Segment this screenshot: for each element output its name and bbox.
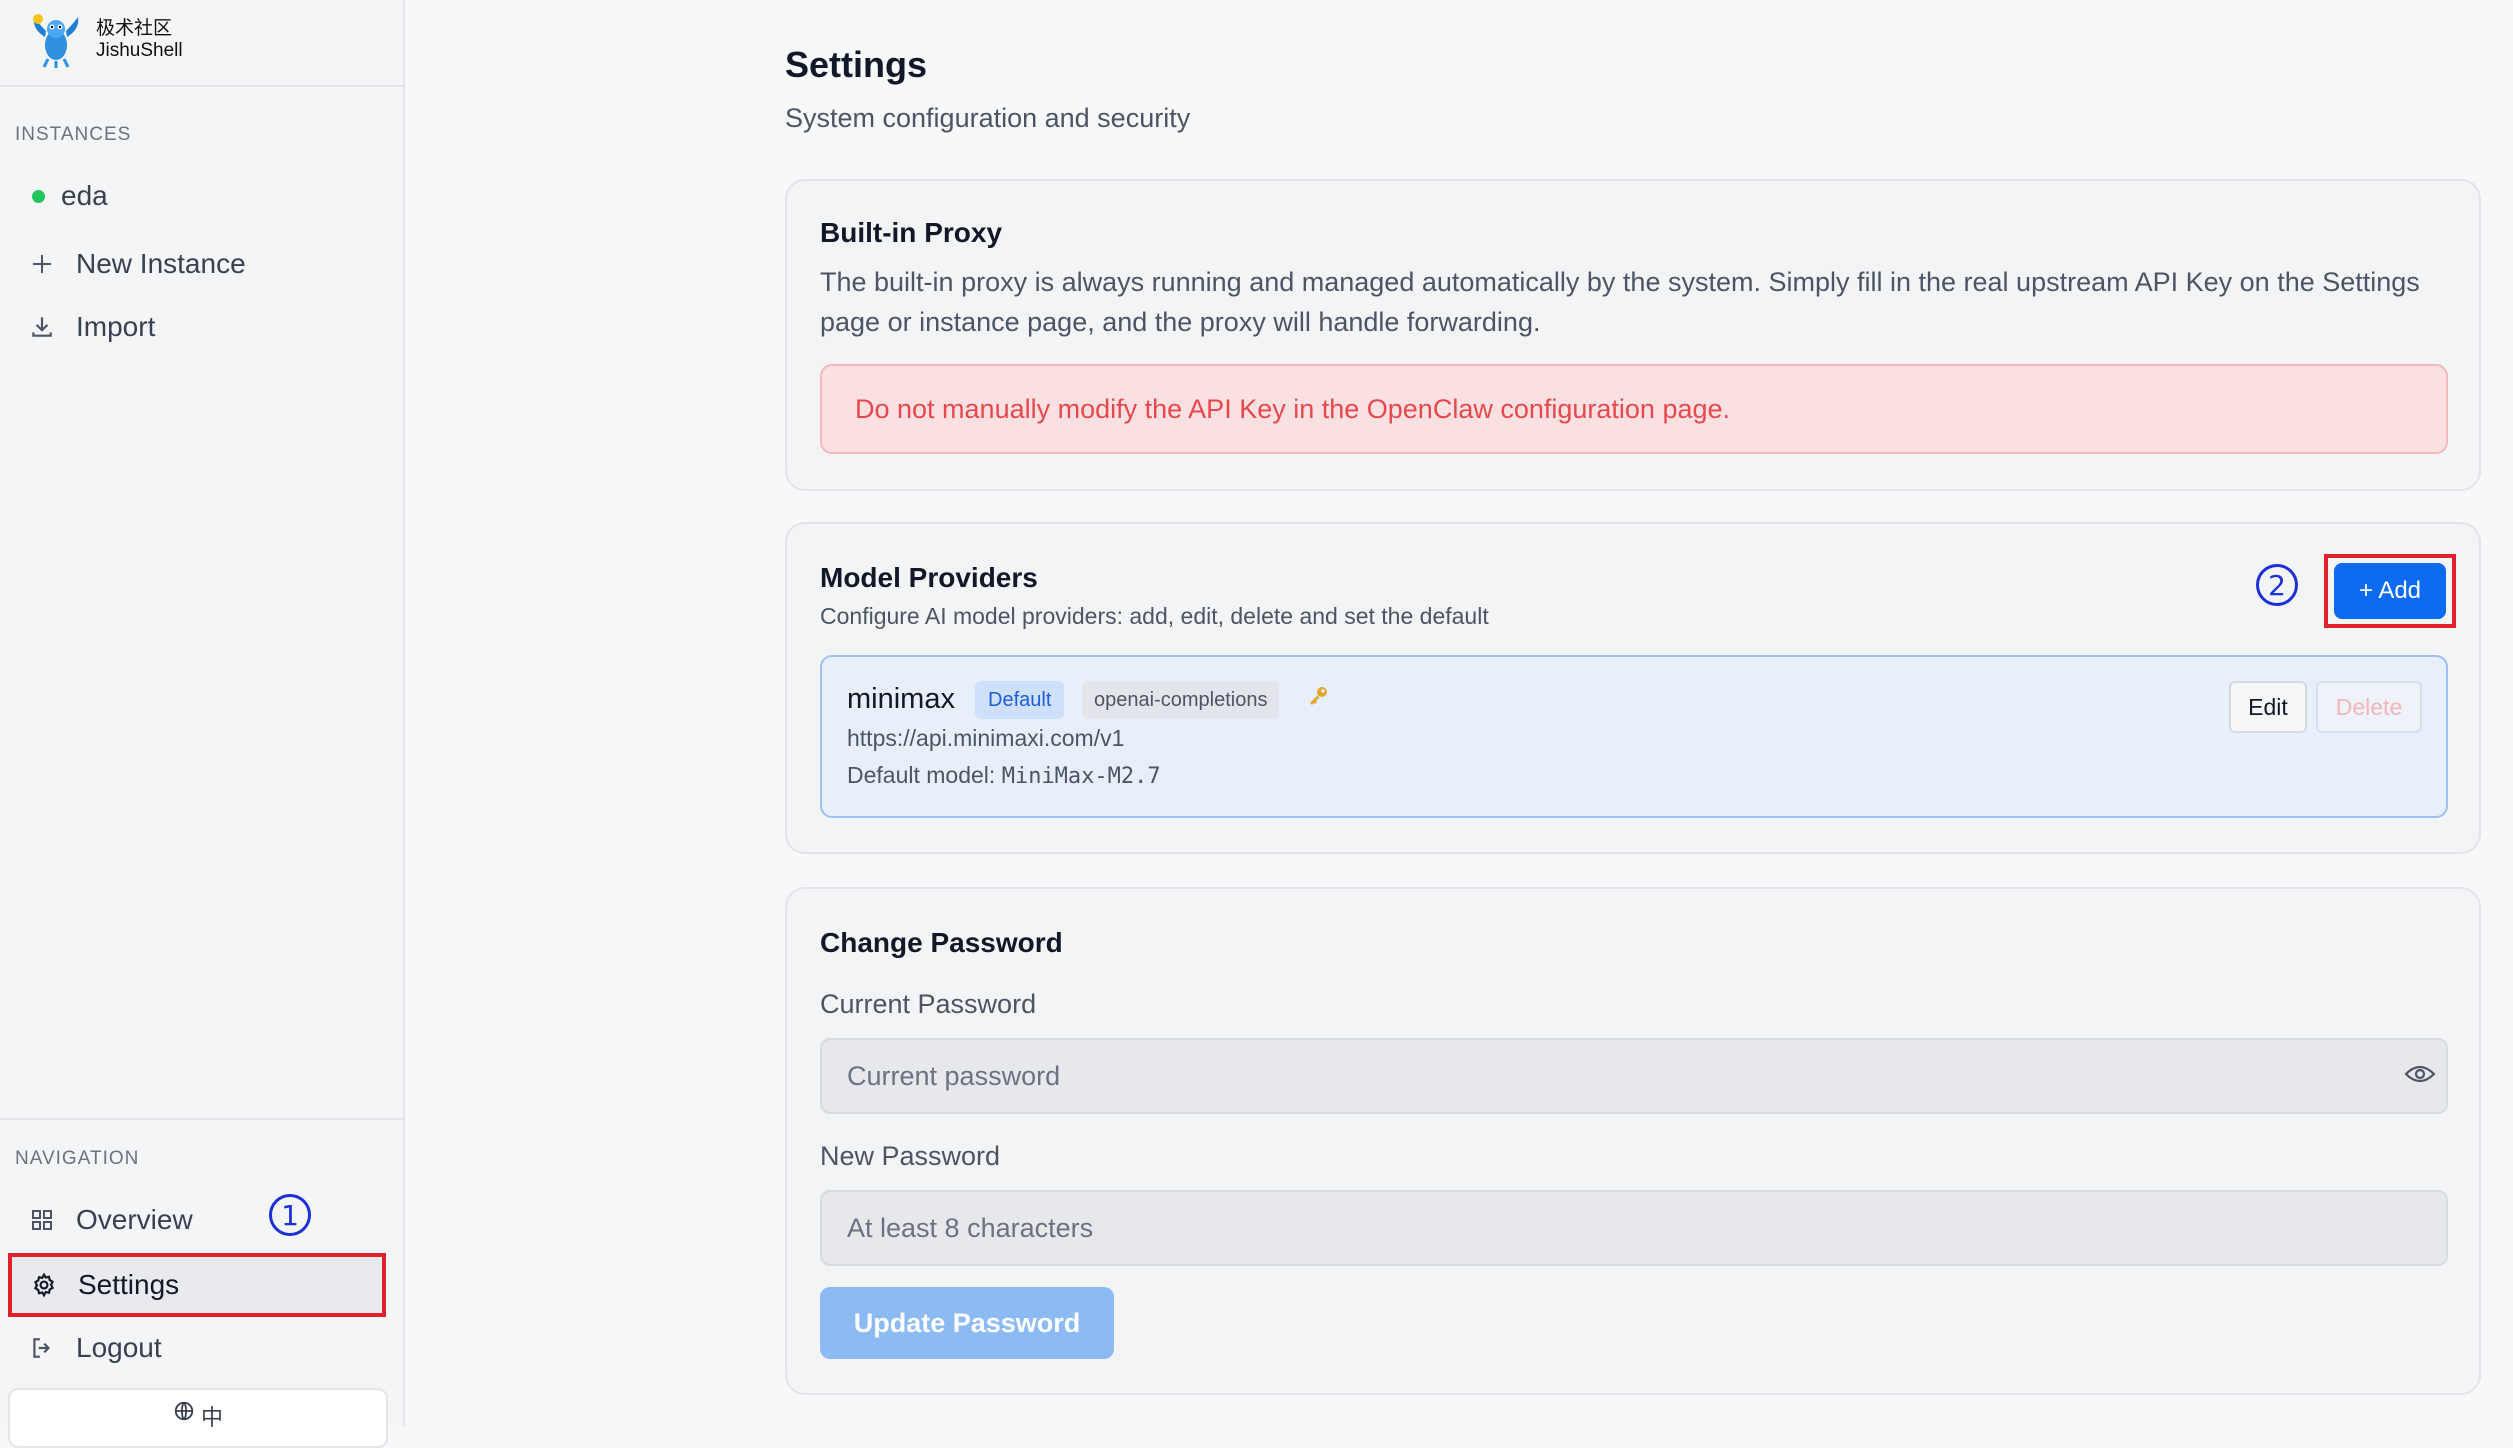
model-providers-card: Model Providers Configure AI model provi… [785,522,2481,854]
logout-label: Logout [76,1332,162,1363]
annotation-marker-2: 2 [2256,564,2298,606]
edit-provider-button[interactable]: Edit [2229,681,2307,733]
default-model-value: MiniMax-M2.7 [1001,764,1161,789]
instance-item-eda[interactable]: eda [10,168,385,224]
provider-default-model: Default model: MiniMax-M2.7 [847,762,1161,789]
new-instance-label: New Instance [76,248,246,279]
instance-name: eda [61,180,108,211]
provider-name: minimax [847,683,955,715]
instances-section-label: INSTANCES [15,124,132,145]
settings-label: Settings [78,1269,180,1300]
download-icon [24,309,60,345]
new-password-input[interactable] [820,1190,2448,1266]
page-title: Settings [785,44,928,85]
globe-icon [173,1400,195,1446]
lobster-logo-icon [26,11,84,69]
nav-item-logout[interactable]: Logout [10,1320,385,1376]
provider-type-badge: openai-completions [1082,681,1280,719]
brand-text: 极术社区 JishuShell [96,18,183,62]
provider-item-minimax[interactable]: minimax Default openai-completions https… [820,655,2448,818]
new-password-label: New Password [820,1141,1001,1171]
change-password-card: Change Password Current Password New Pas… [785,887,2481,1395]
brand-name-cn: 极术社区 [96,18,173,39]
language-label: 中 [200,1405,223,1430]
default-model-label: Default model: [847,762,996,788]
key-icon [1306,684,1330,714]
add-provider-button[interactable]: + Add [2334,563,2446,619]
current-password-input[interactable] [820,1038,2448,1114]
providers-title: Model Providers [820,562,1038,593]
status-dot-icon [32,189,45,203]
divider [0,1118,403,1120]
import-label: Import [76,311,156,342]
grid-icon [24,1202,60,1238]
eye-icon[interactable] [2404,1063,2436,1085]
overview-label: Overview [76,1204,193,1235]
proxy-description: The built-in proxy is always running and… [820,267,2420,337]
default-badge: Default [975,681,1065,719]
brand-name-en: JishuShell [96,40,183,61]
page-subtitle: System configuration and security [785,103,1191,133]
logout-icon [24,1330,60,1366]
add-provider-highlight: + Add [2324,554,2456,628]
gear-icon [26,1267,62,1303]
nav-item-settings[interactable]: Settings [8,1253,386,1317]
plus-icon [24,246,60,282]
new-instance-button[interactable]: New Instance [10,236,385,292]
proxy-warning-text: Do not manually modify the API Key in th… [855,393,1731,424]
update-password-button[interactable]: Update Password [820,1287,1114,1359]
password-title: Change Password [820,927,1063,958]
sidebar: 极术社区 JishuShell INSTANCES eda New Instan… [0,0,405,1448]
import-button[interactable]: Import [10,299,385,355]
brand-logo-link[interactable]: 极术社区 JishuShell [26,10,183,70]
navigation-section-label: NAVIGATION [15,1148,140,1169]
proxy-title: Built-in Proxy [820,217,1003,248]
language-switcher[interactable]: 中 [8,1388,388,1448]
current-password-label: Current Password [820,989,1037,1019]
proxy-warning-alert: Do not manually modify the API Key in th… [820,364,2448,454]
divider [0,85,403,87]
annotation-marker-1: 1 [269,1194,311,1236]
providers-description: Configure AI model providers: add, edit,… [820,603,1489,629]
delete-provider-button[interactable]: Delete [2316,681,2422,733]
nav-item-overview[interactable]: Overview [10,1192,385,1248]
built-in-proxy-card: Built-in Proxy The built-in proxy is alw… [785,179,2481,491]
provider-url: https://api.minimaxi.com/v1 [847,725,1125,751]
